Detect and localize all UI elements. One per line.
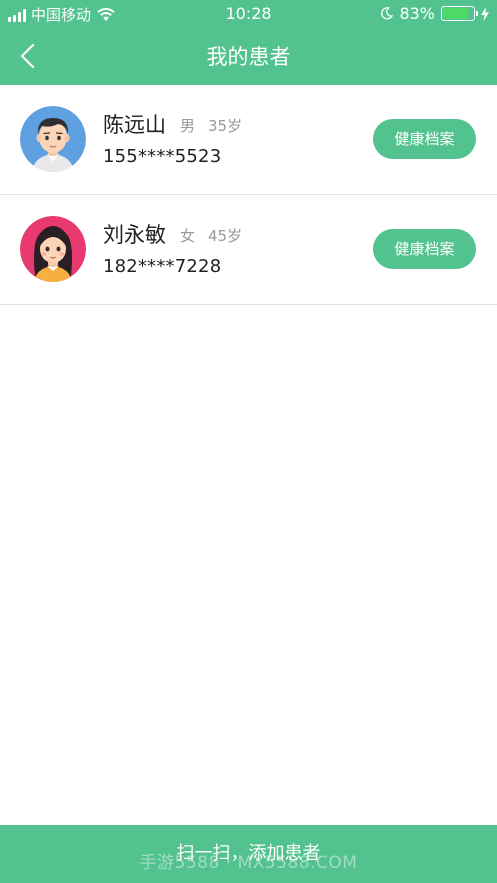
patient-age: 45岁 — [208, 227, 243, 245]
patient-gender: 男 — [180, 117, 196, 135]
patient-age: 35岁 — [208, 117, 243, 135]
battery-icon — [441, 6, 478, 21]
charging-icon — [481, 6, 489, 21]
status-bar: 中国移动 10:28 83% — [0, 0, 497, 28]
female-avatar — [20, 216, 86, 282]
patient-name: 陈远山 — [103, 113, 166, 137]
patient-phone: 182****7228 — [103, 256, 222, 277]
nav-bar: 我的患者 — [0, 28, 497, 85]
battery-fill — [443, 8, 468, 19]
male-avatar — [20, 106, 86, 172]
app-header: 中国移动 10:28 83% 我的患者 — [0, 0, 497, 85]
patient-gender: 女 — [180, 227, 196, 245]
moon-icon — [381, 7, 394, 20]
health-record-button[interactable]: 健康档案 — [373, 229, 476, 269]
battery-percent: 83% — [399, 4, 435, 23]
patient-row[interactable]: 陈远山 男 35岁 155****5523 健康档案 — [0, 85, 497, 195]
health-record-button[interactable]: 健康档案 — [373, 119, 476, 159]
patient-name: 刘永敏 — [103, 223, 166, 247]
patient-phone: 155****5523 — [103, 146, 222, 167]
scan-add-patient-button[interactable]: 扫一扫，添加患者 — [0, 825, 497, 883]
patient-list: 陈远山 男 35岁 155****5523 健康档案 刘永敏 女 45岁 182… — [0, 85, 497, 305]
page-title: 我的患者 — [206, 45, 291, 69]
status-right: 83% — [380, 4, 489, 23]
patient-row[interactable]: 刘永敏 女 45岁 182****7228 健康档案 — [0, 195, 497, 305]
